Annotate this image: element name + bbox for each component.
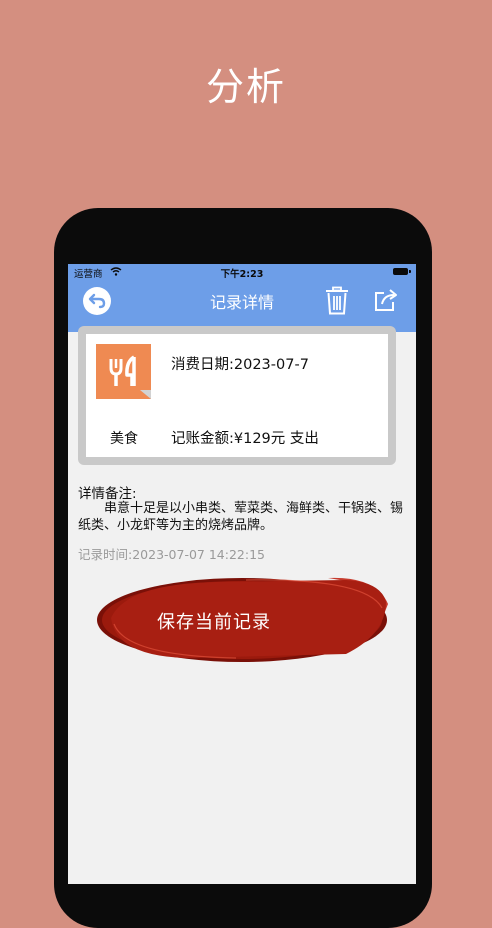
share-button[interactable] [372, 286, 400, 314]
save-button-label: 保存当前记录 [157, 612, 271, 633]
record-time: 记录时间:2023-07-07 14:22:15 [78, 547, 265, 562]
notes-heading: 详情备注: [78, 486, 137, 502]
app-screen: 运营商 下午2:23 记录详情 美食 消费日期:2023-07-7 记账金额:¥… [68, 264, 416, 884]
delete-button[interactable] [324, 286, 350, 316]
save-record-button[interactable]: 保存当前记录 [96, 574, 388, 664]
battery-icon [393, 268, 411, 275]
trash-icon [326, 286, 348, 315]
status-time: 下午2:23 [220, 269, 264, 280]
expense-date: 消费日期:2023-07-7 [171, 357, 309, 373]
category-icon-tile [96, 344, 151, 399]
fork-knife-icon [109, 355, 151, 399]
share-icon [375, 289, 397, 311]
record-card: 美食 消费日期:2023-07-7 记账金额:¥129元 支出 [78, 326, 396, 465]
promo-title: 分析 [205, 65, 286, 109]
category-label: 美食 [110, 431, 138, 447]
status-bar: 运营商 下午2:23 [68, 264, 416, 280]
record-card-body: 美食 消费日期:2023-07-7 记账金额:¥129元 支出 [86, 334, 388, 457]
notes-text: 串意十足是以小串类、荤菜类、海鲜类、干锅类、锡纸类、小龙虾等为主的烧烤品牌。 [78, 501, 404, 533]
page-title: 记录详情 [209, 293, 274, 312]
nav-bar: 记录详情 [68, 280, 416, 332]
expense-amount: 记账金额:¥129元 支出 [171, 431, 319, 447]
